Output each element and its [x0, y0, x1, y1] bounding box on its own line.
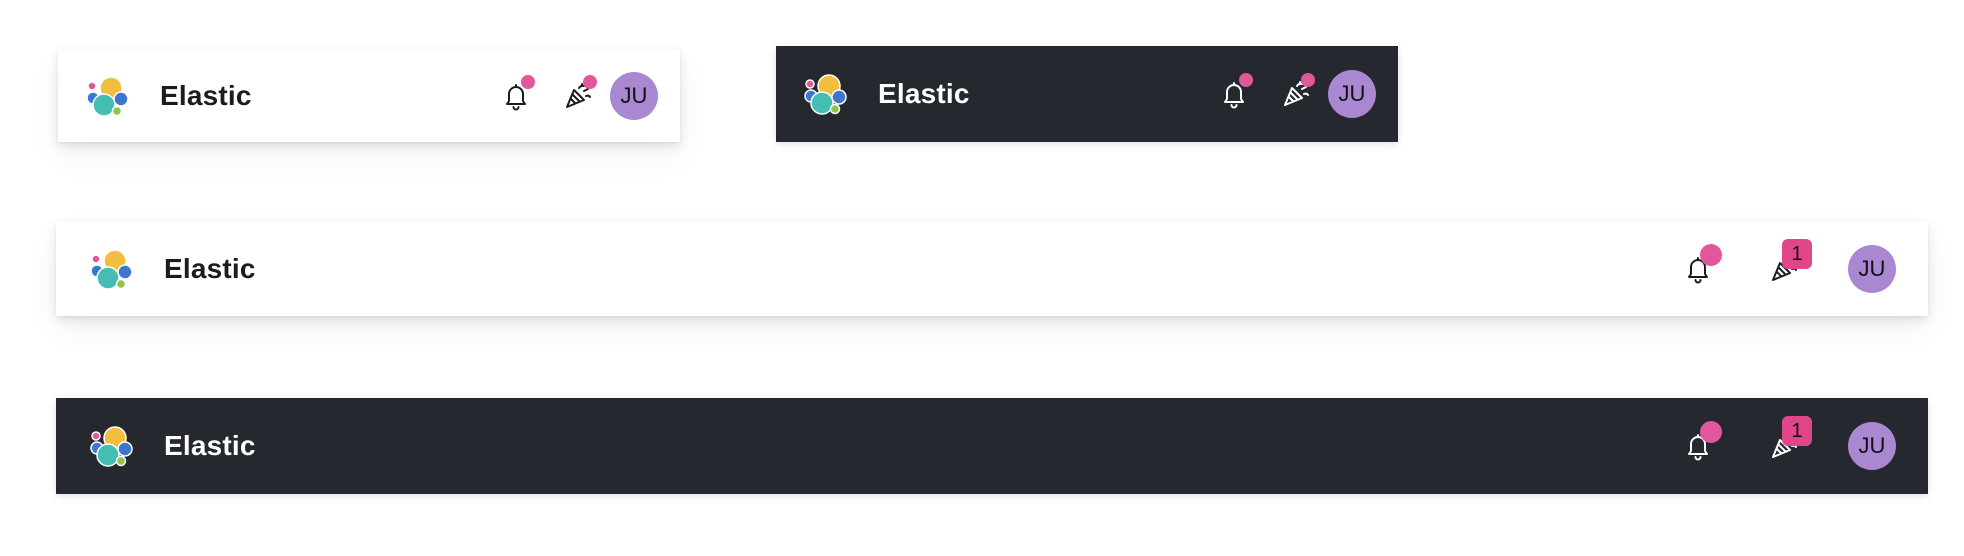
whats-new-button[interactable] — [1274, 72, 1318, 116]
header-light-wide: Elastic 1 JU — [56, 222, 1928, 316]
party-notification-dot — [1301, 73, 1315, 87]
elastic-logo-icon[interactable] — [82, 72, 130, 120]
notification-dot — [1700, 244, 1722, 266]
whats-new-button[interactable]: 1 — [1762, 239, 1812, 291]
brand-title: Elastic — [164, 253, 256, 284]
brand-title: Elastic — [878, 78, 970, 109]
notifications-button[interactable] — [494, 74, 538, 118]
notifications-button[interactable] — [1676, 421, 1722, 468]
brand-title: Elastic — [164, 430, 256, 461]
header-dark-wide: Elastic 1 JU — [56, 398, 1928, 494]
elastic-logo-icon[interactable] — [800, 70, 848, 118]
whats-new-count-badge: 1 — [1782, 239, 1812, 269]
elastic-logo-icon[interactable] — [86, 422, 134, 470]
header-dark-compact: Elastic JU — [776, 46, 1398, 142]
user-avatar[interactable]: JU — [1848, 245, 1896, 293]
user-avatar[interactable]: JU — [1848, 422, 1896, 470]
notification-dot — [1239, 73, 1253, 87]
whats-new-button[interactable]: 1 — [1762, 416, 1812, 468]
user-avatar[interactable]: JU — [1328, 70, 1376, 118]
notification-dot — [521, 74, 535, 89]
header-light-compact: Elastic JU — [58, 49, 680, 142]
notifications-button[interactable] — [1212, 72, 1256, 116]
notifications-button[interactable] — [1676, 244, 1722, 291]
user-avatar[interactable]: JU — [610, 71, 658, 120]
notification-dot — [1700, 421, 1722, 443]
elastic-logo-icon[interactable] — [86, 245, 134, 293]
party-notification-dot — [583, 74, 597, 89]
whats-new-count-badge: 1 — [1782, 416, 1812, 446]
whats-new-button[interactable] — [556, 74, 600, 118]
brand-title: Elastic — [160, 79, 252, 111]
